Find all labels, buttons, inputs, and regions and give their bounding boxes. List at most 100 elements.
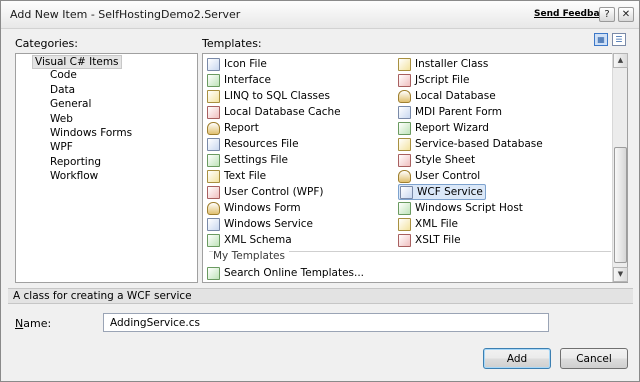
template-item[interactable]: Local Database Cache xyxy=(207,104,341,120)
template-item[interactable]: Installer Class xyxy=(398,56,488,72)
template-item-label: Interface xyxy=(224,74,272,86)
mdi-parent-form-icon xyxy=(398,105,411,119)
template-item[interactable]: Style Sheet xyxy=(398,152,475,168)
template-item[interactable]: WCF Service xyxy=(398,184,486,200)
category-item[interactable]: Visual C# Items xyxy=(32,55,122,69)
template-item[interactable]: Resources File xyxy=(207,136,299,152)
my-templates-heading: My Templates xyxy=(213,250,289,262)
categories-tree[interactable]: Visual C# Items Code Data General Web Windows… xyxy=(15,53,198,283)
template-item[interactable]: Windows Form xyxy=(207,200,301,216)
search-online-label: Search Online Templates... xyxy=(224,267,365,279)
template-item[interactable]: Service-based Database xyxy=(398,136,543,152)
add-new-item-dialog: Add New Item - SelfHostingDemo2.Server S… xyxy=(0,0,640,382)
settings-file-icon xyxy=(207,153,220,167)
template-item-label: User Control xyxy=(415,170,481,182)
windows-service-icon xyxy=(207,217,220,231)
large-icons-view-icon: ▦ xyxy=(597,35,605,44)
scroll-down-button[interactable]: ▼ xyxy=(613,267,628,282)
report-wizard-icon xyxy=(398,121,411,135)
template-item[interactable]: Windows Service xyxy=(207,216,313,232)
template-item-label: MDI Parent Form xyxy=(415,106,502,118)
categories-label: Categories: xyxy=(15,37,78,50)
xslt-file-icon xyxy=(398,233,411,247)
wcf-service-icon xyxy=(400,185,413,199)
template-item-label: Report xyxy=(224,122,259,134)
small-icons-view-icon: ☰ xyxy=(615,35,623,44)
template-item-label: Icon File xyxy=(224,58,267,70)
template-item[interactable]: LINQ to SQL Classes xyxy=(207,88,330,104)
installer-class-icon xyxy=(398,57,411,71)
template-item[interactable]: User Control xyxy=(398,168,480,184)
text-file-icon xyxy=(207,169,220,183)
close-icon: ✕ xyxy=(621,9,631,20)
template-item-label: LINQ to SQL Classes xyxy=(224,90,330,102)
name-input[interactable] xyxy=(103,313,549,332)
scroll-thumb[interactable] xyxy=(614,147,627,263)
report-icon xyxy=(207,121,220,135)
search-online-icon xyxy=(207,266,220,280)
template-item-label: Text File xyxy=(224,170,267,182)
search-online-templates-item[interactable]: Search Online Templates... xyxy=(207,265,364,281)
template-item-label: User Control (WPF) xyxy=(224,186,324,198)
xml-schema-icon xyxy=(207,233,220,247)
small-icons-view-button[interactable]: ☰ xyxy=(612,33,626,46)
template-item[interactable]: Icon File xyxy=(207,56,267,72)
linq-to-sql-icon xyxy=(207,89,220,103)
template-item[interactable]: JScript File xyxy=(398,72,469,88)
add-button-label: Add xyxy=(506,352,528,365)
style-sheet-icon xyxy=(398,153,411,167)
help-button[interactable]: ? xyxy=(599,7,615,22)
template-item-label: Resources File xyxy=(224,138,299,150)
template-item[interactable]: Report Wizard xyxy=(398,120,489,136)
template-item-label: XML Schema xyxy=(224,234,292,246)
scroll-up-button[interactable]: ▲ xyxy=(613,53,628,68)
template-item[interactable]: Report xyxy=(207,120,259,136)
large-icons-view-button[interactable]: ▦ xyxy=(594,33,608,46)
category-item[interactable]: Web xyxy=(50,113,73,125)
category-item[interactable]: Reporting xyxy=(50,156,101,168)
template-item[interactable]: MDI Parent Form xyxy=(398,104,502,120)
template-item-label: XSLT File xyxy=(415,234,461,246)
name-label: Name: xyxy=(15,317,52,330)
windows-form-icon xyxy=(207,201,220,215)
template-item-label: Windows Service xyxy=(224,218,314,230)
template-item-label: Local Database xyxy=(415,90,496,102)
local-database-icon xyxy=(398,89,411,103)
template-item-label: Windows Form xyxy=(224,202,301,214)
add-button[interactable]: Add xyxy=(483,348,551,369)
template-item-label: Service-based Database xyxy=(415,138,543,150)
service-database-icon xyxy=(398,137,411,151)
templates-list[interactable]: My Templates Search Online Templates... … xyxy=(202,53,628,283)
templates-scrollbar[interactable]: ▲ ▼ xyxy=(612,53,628,282)
category-item[interactable]: Data xyxy=(50,84,75,96)
wpf-user-control-icon xyxy=(207,185,220,199)
category-item[interactable]: Workflow xyxy=(50,170,98,182)
templates-label: Templates: xyxy=(202,37,262,50)
template-item[interactable]: Text File xyxy=(207,168,266,184)
template-item[interactable]: XML Schema xyxy=(207,232,292,248)
jscript-file-icon xyxy=(398,73,411,87)
template-item-label: Settings File xyxy=(224,154,288,166)
template-item[interactable]: Local Database xyxy=(398,88,496,104)
template-item[interactable]: Settings File xyxy=(207,152,288,168)
close-button[interactable]: ✕ xyxy=(618,7,634,22)
template-item[interactable]: XML File xyxy=(398,216,458,232)
template-item-label: WCF Service xyxy=(417,186,483,198)
scroll-down-icon: ▼ xyxy=(617,270,624,278)
template-item[interactable]: XSLT File xyxy=(398,232,461,248)
template-item-label: Style Sheet xyxy=(415,154,476,166)
category-item[interactable]: Code xyxy=(50,69,77,81)
category-item[interactable]: WPF xyxy=(50,141,73,153)
cancel-button[interactable]: Cancel xyxy=(560,348,628,369)
resources-file-icon xyxy=(207,137,220,151)
template-item[interactable]: User Control (WPF) xyxy=(207,184,324,200)
xml-file-icon xyxy=(398,217,411,231)
template-item[interactable]: Windows Script Host xyxy=(398,200,523,216)
user-control-icon xyxy=(398,169,411,183)
category-item[interactable]: General xyxy=(50,98,91,110)
scroll-up-icon: ▲ xyxy=(617,56,624,64)
template-description: A class for creating a WCF service xyxy=(8,288,633,304)
category-item[interactable]: Windows Forms xyxy=(50,127,132,139)
template-item[interactable]: Interface xyxy=(207,72,271,88)
database-cache-icon xyxy=(207,105,220,119)
